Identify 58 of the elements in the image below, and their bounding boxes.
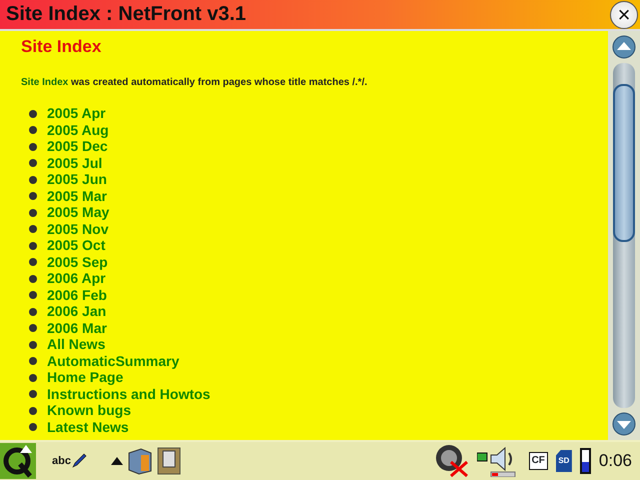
bullet-icon bbox=[29, 225, 37, 234]
bullet-icon bbox=[29, 374, 37, 382]
bullet-icon bbox=[29, 159, 37, 168]
page-link[interactable]: 2006 Mar bbox=[47, 320, 107, 337]
bullet-icon bbox=[29, 291, 37, 300]
page-link[interactable]: 2005 May bbox=[47, 204, 110, 222]
page-heading: Site Index bbox=[21, 36, 102, 58]
bullet-icon bbox=[29, 340, 37, 349]
scroll-down-icon[interactable] bbox=[612, 412, 636, 436]
bullet-icon bbox=[29, 406, 37, 415]
bullet-icon bbox=[29, 308, 37, 316]
pencil-icon[interactable] bbox=[70, 453, 87, 469]
scroll-up-icon[interactable] bbox=[612, 35, 636, 59]
input-method-label[interactable]: abc bbox=[52, 452, 71, 470]
bullet-icon bbox=[29, 423, 37, 432]
bullet-icon bbox=[29, 176, 37, 184]
bullet-icon bbox=[29, 242, 37, 250]
clock: 0:06 bbox=[598, 450, 632, 472]
page-link[interactable]: 2006 Apr bbox=[47, 270, 106, 288]
page-link[interactable]: 2006 Feb bbox=[47, 286, 107, 304]
page-link[interactable]: 2006 Jan bbox=[47, 303, 106, 320]
bullet-icon bbox=[29, 208, 37, 217]
page-link[interactable]: 2005 Sep bbox=[47, 254, 108, 271]
bullet-icon bbox=[29, 390, 37, 398]
q-menu-icon[interactable] bbox=[0, 443, 36, 479]
bullet-icon bbox=[29, 192, 37, 200]
page-link[interactable]: Home Page bbox=[47, 369, 124, 386]
page-link[interactable]: All News bbox=[47, 336, 106, 354]
page-link[interactable]: Latest News bbox=[47, 418, 129, 436]
bullet-icon bbox=[29, 142, 37, 151]
up-arrow-icon[interactable] bbox=[110, 457, 123, 465]
intro-text: Site Index was created automatically from pages whose title matches /.*/. bbox=[21, 76, 368, 90]
cf-card-label: CF bbox=[528, 452, 548, 470]
bullet-icon bbox=[29, 126, 37, 134]
window-title: Site Index : NetFront v3.1 bbox=[5, 2, 246, 27]
page-link[interactable]: 2005 Jul bbox=[47, 154, 102, 172]
battery-icon bbox=[580, 448, 591, 474]
page-link[interactable]: AutomaticSummary bbox=[47, 352, 180, 370]
page-link[interactable]: Instructions and Howtos bbox=[47, 386, 210, 403]
page-link[interactable]: 2005 Aug bbox=[47, 122, 109, 139]
bullet-icon bbox=[29, 274, 37, 283]
cube-app-icon[interactable] bbox=[126, 447, 153, 475]
page-link[interactable]: 2005 Mar bbox=[47, 188, 107, 205]
bullet-icon bbox=[29, 258, 37, 266]
page-link[interactable]: 2005 Jun bbox=[47, 171, 107, 188]
page-link[interactable]: 2005 Dec bbox=[47, 138, 108, 156]
page-link[interactable]: 2005 Apr bbox=[47, 105, 106, 122]
bullet-icon bbox=[29, 110, 37, 118]
bullet-icon bbox=[29, 324, 37, 332]
pda-app-icon[interactable] bbox=[156, 447, 181, 475]
bullet-icon bbox=[29, 357, 37, 366]
sd-card-label: SD bbox=[556, 450, 572, 472]
network-disconnected-icon[interactable] bbox=[434, 444, 469, 478]
page-link[interactable]: 2005 Nov bbox=[47, 220, 108, 238]
page-link[interactable]: 2005 Oct bbox=[47, 237, 106, 254]
page-link[interactable]: Known bugs bbox=[47, 402, 131, 420]
scrollbar-thumb[interactable] bbox=[613, 84, 635, 242]
close-button[interactable]: × bbox=[610, 0, 638, 28]
